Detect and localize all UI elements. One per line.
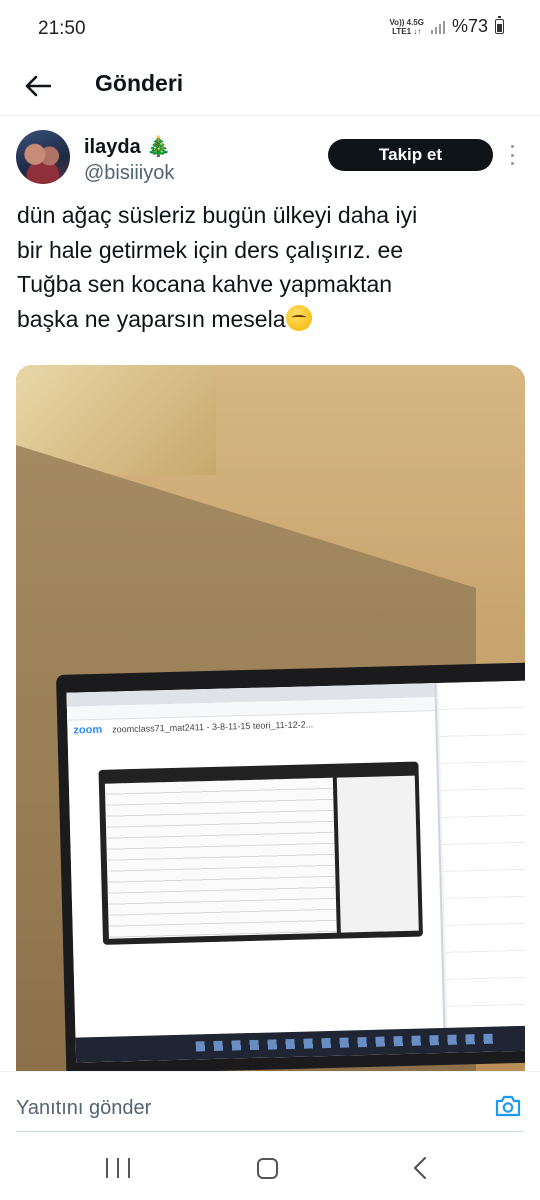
camera-button[interactable] xyxy=(492,1092,524,1120)
reply-divider xyxy=(16,1131,524,1132)
reply-bar xyxy=(0,1071,540,1133)
status-time: 21:50 xyxy=(38,18,86,39)
more-vertical-icon[interactable] xyxy=(507,145,517,165)
tweet-text: dün ağaç süsleriz bugün ülkeyi daha iyi … xyxy=(17,198,522,336)
nav-back-icon[interactable] xyxy=(410,1156,432,1180)
home-icon[interactable] xyxy=(257,1158,278,1179)
battery-icon xyxy=(495,16,504,34)
page-title: Gönderi xyxy=(95,70,184,96)
follow-button[interactable]: Takip et xyxy=(328,139,493,171)
avatar[interactable] xyxy=(16,130,70,184)
photo-shared-document xyxy=(98,761,423,945)
photo-taskbar-icons xyxy=(195,1033,496,1052)
photo-laptop: zoom zoomclass71_mat2411 - 3-8-11-15 teo… xyxy=(56,662,525,1071)
system-nav-bar xyxy=(0,1134,540,1200)
top-app-bar: Gönderi xyxy=(0,60,540,116)
photo-math-notes xyxy=(104,777,337,939)
photo-zoom-title: zoomclass71_mat2411 - 3-8-11-15 teori_11… xyxy=(112,719,314,735)
photo-zoom-logo: zoom xyxy=(73,723,103,737)
author-display-name[interactable]: ilayda 🎄 xyxy=(84,134,171,159)
network-indicator: Vo)) 4.5G LTE1 ↓↑ xyxy=(389,18,424,36)
laptop-screen: zoom zoomclass71_mat2411 - 3-8-11-15 teo… xyxy=(66,680,525,1063)
tweet-photo[interactable]: zoom zoomclass71_mat2411 - 3-8-11-15 teo… xyxy=(16,365,525,1071)
face-with-hand-over-mouth-icon xyxy=(285,304,312,331)
recents-icon[interactable] xyxy=(106,1158,130,1178)
status-indicators: Vo)) 4.5G LTE1 ↓↑ %73 xyxy=(389,16,504,37)
status-bar: 21:50 Vo)) 4.5G LTE1 ↓↑ %73 xyxy=(0,0,540,60)
back-button[interactable] xyxy=(20,68,56,104)
photo-browser-window: zoom zoomclass71_mat2411 - 3-8-11-15 teo… xyxy=(66,683,446,1038)
arrow-left-icon xyxy=(25,75,51,97)
author-handle[interactable]: @bisiiiyok xyxy=(84,162,174,185)
signal-icon xyxy=(430,20,445,34)
battery-percent: %73 xyxy=(451,16,488,36)
tweet-body: dün ağaç süsleriz bugün ülkeyi daha iyi … xyxy=(17,202,418,332)
network-label-top: Vo)) 4.5G xyxy=(389,17,424,27)
photo-notes-window xyxy=(438,680,525,1028)
photo-document-sidebar xyxy=(336,775,419,933)
reply-input[interactable] xyxy=(16,1094,476,1122)
network-label-bottom: LTE1 ↓↑ xyxy=(392,26,422,36)
camera-icon xyxy=(495,1095,521,1117)
